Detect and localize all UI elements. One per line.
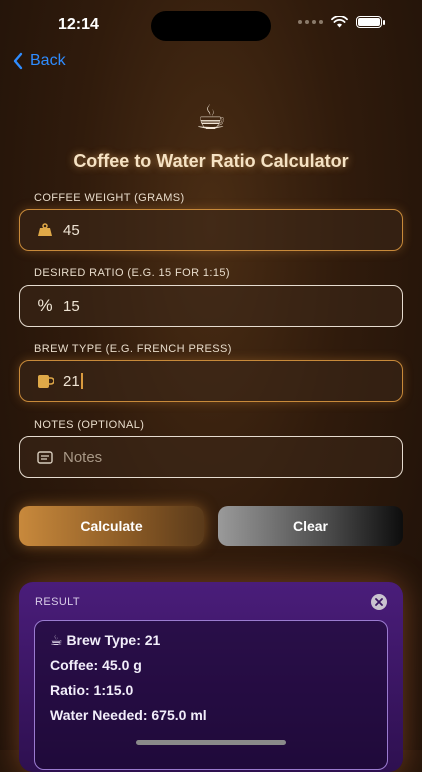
battery-icon xyxy=(356,16,385,28)
ratio-value: 15 xyxy=(63,297,80,315)
scale-weight-icon xyxy=(36,221,54,239)
close-icon xyxy=(375,598,383,606)
result-label: RESULT xyxy=(35,596,80,608)
ratio-input[interactable]: % 15 xyxy=(19,285,403,327)
chevron-left-icon xyxy=(13,52,23,70)
clear-button[interactable]: Clear xyxy=(218,506,403,546)
ratio-label: DESIRED RATIO (E.G. 15 FOR 1:15) xyxy=(34,267,230,279)
mug-icon xyxy=(36,372,54,390)
calculate-button[interactable]: Calculate xyxy=(19,506,204,546)
close-result-button[interactable] xyxy=(371,594,387,610)
signal-icon xyxy=(298,20,323,24)
brew-type-label: BREW TYPE (E.G. FRENCH PRESS) xyxy=(34,343,232,355)
coffee-weight-value: 45 xyxy=(63,221,80,239)
notes-input[interactable]: Notes xyxy=(19,436,403,478)
back-button[interactable]: Back xyxy=(12,52,66,70)
coffee-weight-input[interactable]: 45 xyxy=(19,209,403,251)
dynamic-island xyxy=(151,11,271,41)
result-coffee: Coffee: 45.0 g xyxy=(50,657,142,673)
status-time: 12:14 xyxy=(58,16,99,33)
home-indicator xyxy=(136,740,286,745)
notes-placeholder: Notes xyxy=(63,448,103,466)
result-ratio: Ratio: 1:15.0 xyxy=(50,682,134,698)
coffee-cup-icon: ☕ xyxy=(195,99,227,137)
page-title: Coffee to Water Ratio Calculator xyxy=(73,151,349,171)
coffee-weight-label: COFFEE WEIGHT (GRAMS) xyxy=(34,192,185,204)
wifi-icon xyxy=(331,16,348,28)
result-box: ☕ Brew Type: 21 Coffee: 45.0 g Ratio: 1:… xyxy=(34,620,388,770)
result-brew-type: ☕ Brew Type: 21 xyxy=(50,632,161,648)
result-water-needed: Water Needed: 675.0 ml xyxy=(50,707,207,723)
notes-icon xyxy=(36,448,54,466)
brew-type-input[interactable]: 21 xyxy=(19,360,403,402)
status-icons xyxy=(298,16,385,28)
back-label: Back xyxy=(30,52,66,69)
brew-type-value: 21 xyxy=(63,372,80,390)
percent-icon: % xyxy=(37,296,53,315)
text-caret xyxy=(80,373,83,389)
status-bar: 12:14 xyxy=(0,0,422,50)
notes-label: NOTES (OPTIONAL) xyxy=(34,419,145,431)
